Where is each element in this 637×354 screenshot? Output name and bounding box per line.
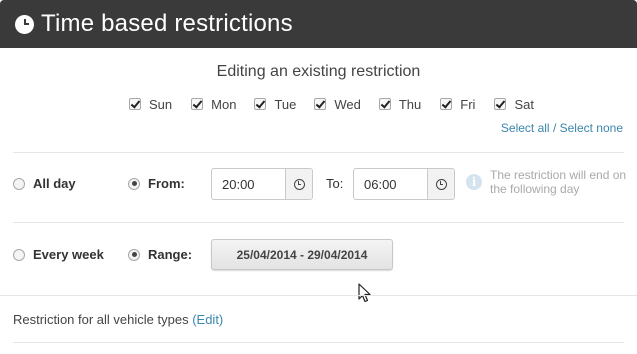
date-range-button[interactable]: 25/04/2014 - 29/04/2014 (211, 239, 393, 270)
to-time-field[interactable]: 06:00 (353, 168, 455, 200)
clock-icon (15, 14, 34, 34)
vehicle-restriction-line: Restriction for all vehicle types (Edit) (13, 312, 223, 327)
day-wed[interactable]: Wed (314, 97, 361, 112)
all-day-option[interactable]: All day (13, 176, 76, 191)
from-time-input[interactable]: 20:00 (212, 169, 285, 199)
every-week-option[interactable]: Every week (13, 247, 104, 262)
mouse-cursor-icon (358, 283, 371, 303)
all-day-radio[interactable] (13, 177, 25, 190)
day-label: Mon (211, 96, 237, 112)
dialog-titlebar: Time based restrictions (0, 0, 637, 48)
divider (13, 152, 624, 153)
from-time-picker-button[interactable] (285, 169, 312, 199)
divider (13, 222, 624, 223)
day-fri[interactable]: Fri (440, 97, 475, 112)
select-all-link[interactable]: Select all (501, 121, 550, 135)
checkbox[interactable] (191, 98, 204, 110)
vehicle-restriction-text: Restriction for all vehicle types (13, 312, 189, 327)
day-label: Sun (149, 96, 173, 112)
day-label: Thu (398, 96, 422, 112)
day-sat[interactable]: Sat (494, 97, 534, 112)
day-label: Fri (460, 96, 476, 112)
day-sun[interactable]: Sun (129, 97, 172, 112)
day-label: Tue (274, 96, 297, 112)
every-week-radio[interactable] (13, 248, 25, 261)
day-label: Wed (334, 96, 361, 112)
checkbox[interactable] (378, 98, 391, 110)
checkbox[interactable] (129, 98, 141, 110)
day-label: Sat (514, 96, 534, 112)
checkbox[interactable] (314, 98, 327, 110)
checkbox[interactable] (254, 98, 267, 110)
from-time-field[interactable]: 20:00 (211, 168, 313, 200)
from-option[interactable]: From: (128, 176, 185, 191)
range-option[interactable]: Range: (128, 247, 192, 262)
from-label: From: (148, 176, 185, 191)
every-week-label: Every week (33, 247, 104, 262)
info-text: The restriction will end on the followin… (490, 168, 627, 196)
all-day-label: All day (33, 176, 76, 191)
clock-icon (435, 178, 447, 190)
from-radio[interactable] (128, 177, 140, 190)
day-checkboxes: Sun Mon Tue Wed Thu Fri Sat (129, 95, 534, 113)
divider (13, 342, 624, 343)
to-time-picker-button[interactable] (427, 169, 454, 199)
subtitle: Editing an existing restriction (216, 63, 421, 80)
select-separator: / (552, 121, 560, 135)
to-time-input[interactable]: 06:00 (354, 169, 427, 199)
checkbox[interactable] (440, 98, 453, 110)
checkbox[interactable] (494, 98, 507, 110)
dialog-title: Time based restrictions (41, 10, 293, 37)
edit-vehicle-link[interactable]: (Edit) (192, 312, 223, 327)
range-radio[interactable] (128, 248, 140, 261)
range-label: Range: (148, 247, 193, 262)
to-label: To: (326, 176, 344, 191)
divider (0, 295, 637, 296)
day-thu[interactable]: Thu (378, 96, 422, 112)
clock-icon (293, 178, 305, 190)
day-tue[interactable]: Tue (254, 97, 296, 112)
info-icon: i (466, 174, 482, 190)
select-links: Select all / Select none (501, 121, 623, 135)
select-none-link[interactable]: Select none (560, 121, 623, 135)
day-mon[interactable]: Mon (191, 97, 236, 112)
